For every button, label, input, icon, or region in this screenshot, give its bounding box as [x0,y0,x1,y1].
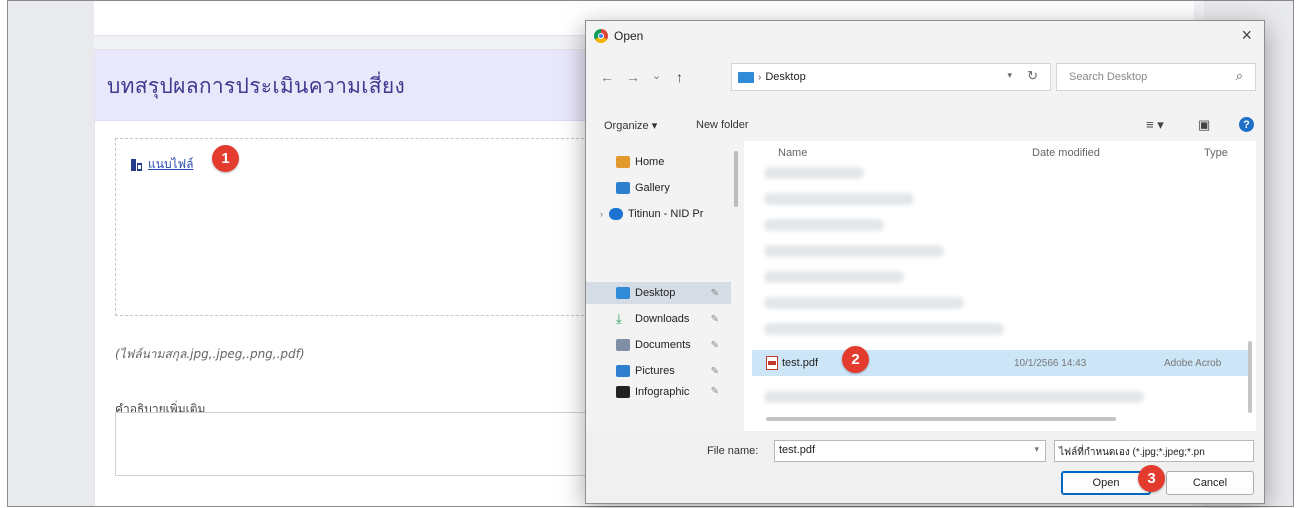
step-badge-2: 2 [842,346,869,373]
new-folder-button[interactable]: New folder [696,119,749,131]
search-input[interactable]: Search Desktop ⌕ [1056,63,1256,91]
refresh-icon[interactable]: ↻ [1027,68,1038,84]
blurred-row [764,391,1144,403]
file-type: Adobe Acrob [1164,357,1222,369]
pin-icon: ✎ [710,339,719,351]
sidebar-item-documents[interactable]: Documents ✎ [586,334,731,356]
blurred-row [764,167,864,179]
dialog-title: Open [614,29,644,43]
up-arrow-icon[interactable]: ↑ [676,69,683,85]
help-icon[interactable]: ? [1239,117,1254,132]
sidebar-item-label: Pictures [635,365,675,377]
file-name-label: File name: [707,445,759,457]
folder-icon [616,386,630,398]
dialog-footer: File name: test.pdf ▾ ไฟล์ที่กำหนดเอง (*… [586,431,1264,503]
attach-file-link[interactable]: แนบไฟล์ [130,155,193,174]
attach-file-icon [131,158,142,171]
file-date: 10/1/2566 14:43 [1014,357,1087,369]
blurred-row [764,193,914,205]
blurred-row [764,297,964,309]
pictures-icon [616,365,630,377]
sidebar-item-label: Titinun - NID Pr [628,208,704,220]
cancel-button[interactable]: Cancel [1166,471,1254,495]
open-file-dialog: Open × ← → ⌄ ↑ › Desktop ▾ ↻ Search Desk… [585,20,1265,504]
navigation-pane: Home Gallery › Titinun - NID Pr Desktop … [586,141,731,431]
nav-scrollbar[interactable] [734,151,738,207]
documents-icon [616,339,630,351]
sidebar-item-desktop[interactable]: Desktop ✎ [586,282,731,304]
navigation-bar: ← → ⌄ ↑ › Desktop ▾ ↻ Search Desktop ⌕ [586,63,1264,93]
file-type-filter-value: ไฟล์ที่กำหนดเอง (*.jpg;*.jpeg;*.pn [1059,447,1205,458]
blurred-row [764,219,884,231]
pin-icon: ✎ [710,386,719,397]
back-arrow-icon[interactable]: ← [600,69,614,85]
file-row-selected[interactable]: test.pdf 10/1/2566 14:43 Adobe Acrob [752,350,1252,376]
home-icon [616,156,630,168]
search-placeholder: Search Desktop [1069,71,1148,83]
sidebar-item-label: Home [635,156,665,168]
sidebar-item-onedrive[interactable]: › Titinun - NID Pr [586,203,731,225]
file-type-filter[interactable]: ไฟล์ที่กำหนดเอง (*.jpg;*.jpeg;*.pn [1054,440,1254,462]
command-bar: Organize ▾ New folder ≡ ▾ ▣ ? [586,115,1264,137]
view-options-icon[interactable]: ≡ ▾ [1146,117,1164,133]
pdf-icon [766,356,778,370]
vertical-scrollbar[interactable] [1248,341,1252,413]
pin-icon: ✎ [710,313,719,325]
file-type-hint: (ไฟล์นามสกุล.jpg,.jpeg,.png,.pdf) [115,347,305,361]
cloud-icon [609,208,623,220]
column-date-modified[interactable]: Date modified [1032,147,1100,159]
blurred-row [764,271,904,283]
forward-arrow-icon[interactable]: → [626,69,640,85]
sidebar-item-home[interactable]: Home [586,151,731,173]
desktop-icon [616,287,630,299]
breadcrumb-separator: › [758,71,762,83]
sidebar-item-infographic[interactable]: Infographic ✎ [586,386,731,400]
chevron-down-icon[interactable]: ▾ [1007,70,1012,81]
pin-icon: ✎ [710,287,719,299]
column-name[interactable]: Name [778,147,807,159]
file-name-input[interactable]: test.pdf ▾ [774,440,1046,462]
file-name: test.pdf [782,357,819,369]
sidebar-item-label: Infographic [635,386,690,398]
address-bar[interactable]: › Desktop ▾ ↻ [731,63,1051,91]
expand-chevron-icon[interactable]: › [600,209,603,219]
chrome-icon [594,29,608,43]
recent-locations-icon[interactable]: ⌄ [652,69,661,82]
sidebar-item-label: Documents [635,339,691,351]
pin-icon: ✎ [710,365,719,377]
organize-menu[interactable]: Organize ▾ [604,119,657,132]
download-icon: ⤓ [616,311,622,326]
horizontal-scrollbar[interactable] [766,417,1116,421]
sidebar-item-pictures[interactable]: Pictures ✎ [586,360,731,382]
section-title: บทสรุปผลการประเมินความเสี่ยง [107,74,406,98]
step-badge-1: 1 [212,145,239,172]
sidebar-item-label: Gallery [635,182,670,194]
preview-pane-icon[interactable]: ▣ [1198,117,1210,133]
gallery-icon [616,182,630,194]
sidebar-item-gallery[interactable]: Gallery [586,177,731,199]
file-name-value: test.pdf [779,444,816,456]
attach-file-label: แนบไฟล์ [148,157,194,171]
sidebar-item-downloads[interactable]: ⤓ Downloads ✎ [586,308,731,330]
close-button[interactable]: × [1241,25,1252,46]
sidebar-item-label: Desktop [635,287,676,299]
blurred-row [764,245,944,257]
blurred-row [764,323,1004,335]
search-icon: ⌕ [1235,68,1243,83]
dialog-titlebar: Open × [586,21,1264,51]
desktop-folder-icon [738,71,754,83]
chevron-down-icon[interactable]: ▾ [1034,444,1039,455]
sidebar-item-label: Downloads [635,313,690,325]
file-list: Name Date modified Type test.pdf 10/1/25… [744,141,1256,431]
column-type[interactable]: Type [1204,147,1228,159]
step-badge-3: 3 [1138,465,1165,492]
address-path: Desktop [765,71,806,83]
